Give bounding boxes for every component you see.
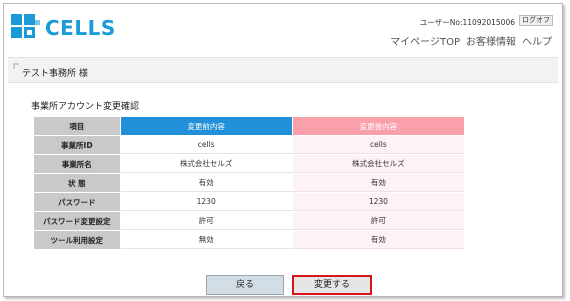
row-label: 事業所ID: [34, 136, 120, 154]
nav-customer-info[interactable]: お客様情報: [466, 33, 516, 48]
table-header-row: 項目 変更前内容 変更後内容: [34, 117, 464, 135]
header-after: 変更後内容: [292, 117, 464, 135]
before-value: 有効: [120, 174, 292, 192]
row-label: パスワード: [34, 193, 120, 211]
header-before: 変更前内容: [120, 117, 292, 135]
brand-name: CELLS: [45, 16, 116, 40]
table-row: ツール利用設定 無効 有効: [34, 231, 464, 249]
nav-mypage-top[interactable]: マイページTOP: [390, 33, 460, 48]
account-change-table: 項目 変更前内容 変更後内容 事業所ID cells cells 事業所名 株式…: [33, 116, 465, 250]
page-title: 事業所アカウント変更確認: [31, 102, 140, 112]
logout-button[interactable]: ログオフ: [519, 15, 553, 26]
row-label: 状 態: [34, 174, 120, 192]
back-button[interactable]: 戻る: [206, 275, 284, 295]
after-value: 有効: [292, 231, 464, 249]
after-value: 許可: [292, 212, 464, 230]
confirm-change-button[interactable]: 変更する: [292, 275, 372, 295]
corner-mark-icon: [13, 63, 19, 69]
table-row: 事業所名 株式会社セルズ 株式会社セルズ: [34, 155, 464, 173]
user-number: ユーザーNo:11092015006: [419, 18, 515, 27]
before-value: cells: [120, 136, 292, 154]
before-value: 1230: [120, 193, 292, 211]
cells-logo-icon: [11, 14, 41, 42]
after-value: cells: [292, 136, 464, 154]
row-label: ツール利用設定: [34, 231, 120, 249]
before-value: 許可: [120, 212, 292, 230]
after-value: 1230: [292, 193, 464, 211]
table-row: パスワード変更設定 許可 許可: [34, 212, 464, 230]
before-value: 株式会社セルズ: [120, 155, 292, 173]
nav-help[interactable]: ヘルプ: [522, 33, 552, 48]
header-item: 項目: [34, 117, 120, 135]
app-window: CELLS ユーザーNo:11092015006 ログオフ マイページTOP お…: [3, 3, 563, 297]
office-name: テスト事務所 様: [22, 69, 88, 79]
table-row: 事業所ID cells cells: [34, 136, 464, 154]
row-label: パスワード変更設定: [34, 212, 120, 230]
row-label: 事業所名: [34, 155, 120, 173]
top-navigation: マイページTOP お客様情報 ヘルプ: [390, 33, 552, 48]
after-value: 株式会社セルズ: [292, 155, 464, 173]
before-value: 無効: [120, 231, 292, 249]
table-row: パスワード 1230 1230: [34, 193, 464, 211]
after-value: 有効: [292, 174, 464, 192]
table-row: 状 態 有効 有効: [34, 174, 464, 192]
office-bar: テスト事務所 様: [8, 57, 558, 83]
cells-logo[interactable]: CELLS: [11, 14, 116, 42]
